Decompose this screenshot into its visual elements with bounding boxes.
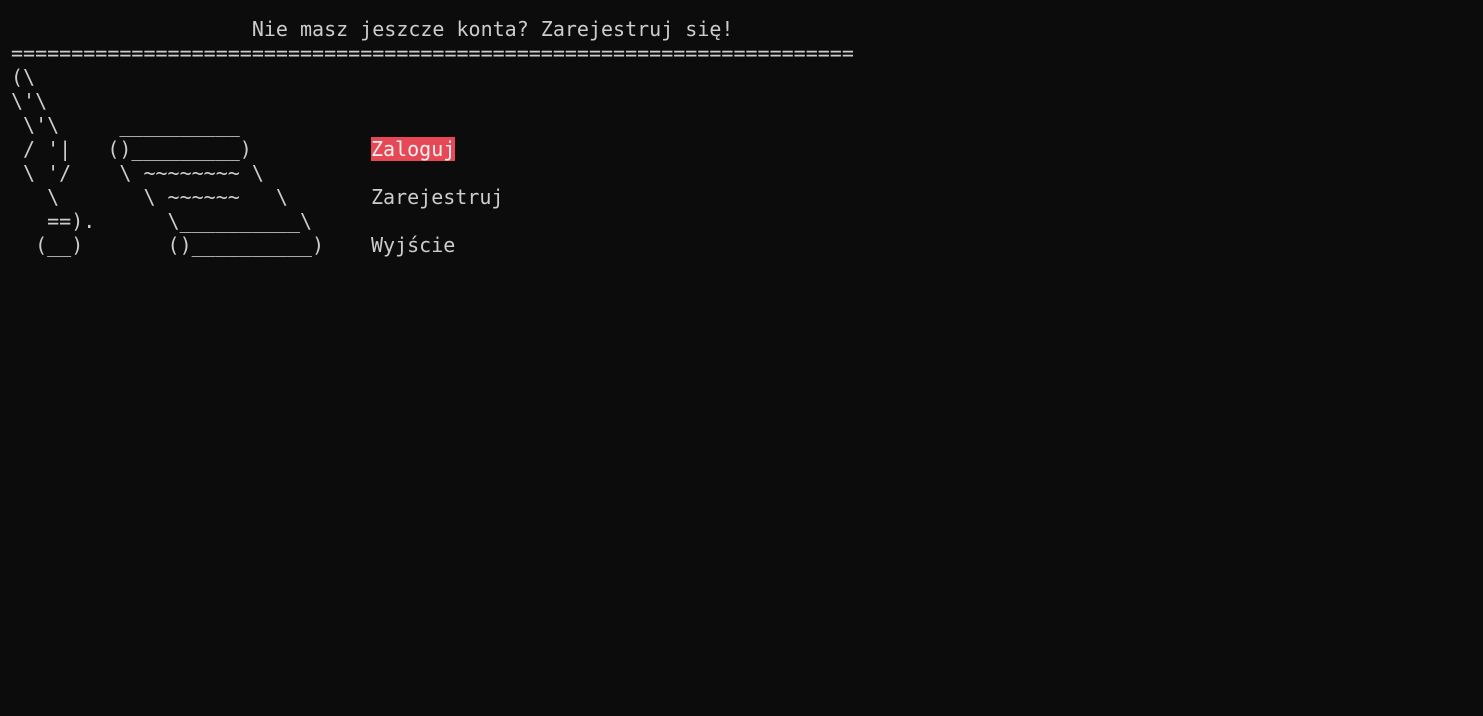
ascii-art-line: (__) ()__________)	[11, 233, 325, 257]
menu-item-exit[interactable]: Wyjście	[371, 233, 455, 257]
ascii-art-line: \'\	[11, 89, 48, 113]
menu-item-register[interactable]: Zarejestruj	[371, 185, 503, 209]
ascii-art-line: ==). \__________\	[11, 209, 313, 233]
ascii-art-line: / '| ()_________)	[11, 137, 252, 161]
console-window: Nie masz jeszcze konta? Zarejestruj się!…	[0, 0, 1483, 716]
register-prompt: Nie masz jeszcze konta? Zarejestruj się!	[11, 17, 734, 41]
separator-line: ========================================…	[11, 41, 854, 65]
menu-item-login[interactable]: Zaloguj	[371, 137, 456, 161]
ascii-art-line: \'\ __________	[11, 113, 240, 137]
ascii-art-line: (\	[11, 65, 36, 89]
ascii-art-line: \ \ ~~~~~~ \	[11, 185, 288, 209]
ascii-art-line: \ '/ \ ~~~~~~~~ \	[11, 161, 264, 185]
